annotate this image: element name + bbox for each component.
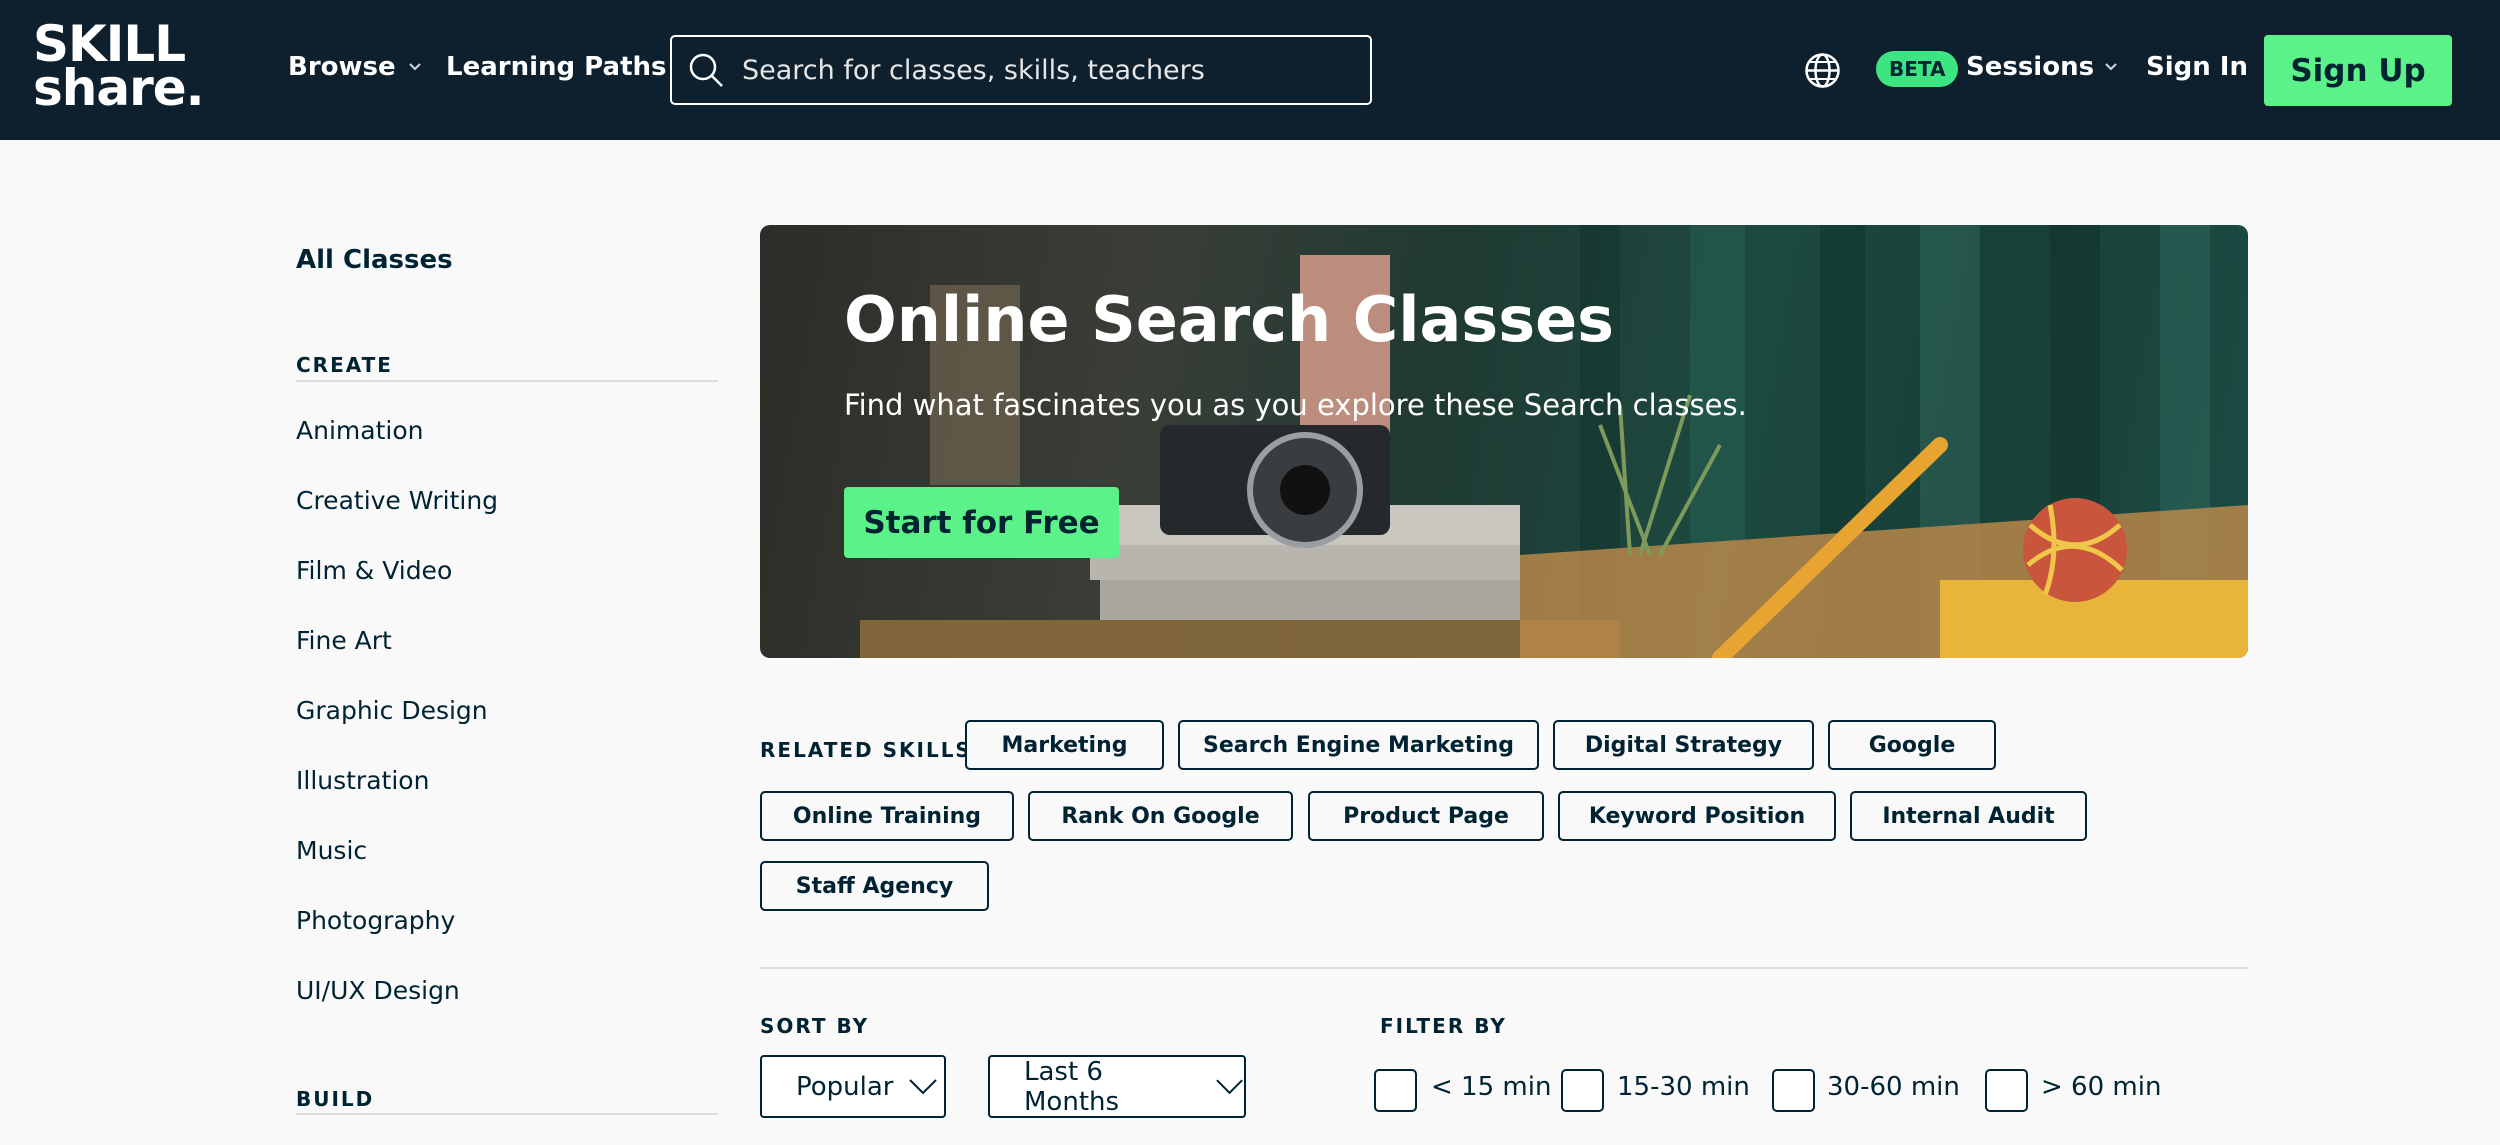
sidebar-item-animation[interactable]: Animation [296,416,423,445]
skill-chip-internal-audit[interactable]: Internal Audit [1850,791,2087,841]
divider [296,380,718,382]
beta-badge: BETA [1876,51,1959,87]
divider [760,967,2248,969]
filter-label-over-60: > 60 min [2041,1072,2162,1102]
top-nav-bar: SKILL share. Browse Learning Paths BETA … [0,0,2500,140]
skill-chip-search-engine-marketing[interactable]: Search Engine Marketing [1178,720,1539,770]
skill-chip-rank-on-google[interactable]: Rank On Google [1028,791,1293,841]
sidebar-item-graphic-design[interactable]: Graphic Design [296,696,488,725]
chevron-down-icon [408,63,421,71]
sort-by-label: SORT BY [760,1014,870,1038]
sidebar-item-creative-writing[interactable]: Creative Writing [296,486,498,515]
sidebar-item-ui-ux-design[interactable]: UI/UX Design [296,976,460,1005]
learning-paths-link[interactable]: Learning Paths [446,52,666,82]
filter-label-under-15: < 15 min [1431,1072,1552,1102]
search-icon [689,53,723,87]
sidebar-item-music[interactable]: Music [296,836,367,865]
chevron-down-icon [908,1078,937,1094]
globe-icon[interactable] [1804,52,1841,89]
skillshare-logo[interactable]: SKILL share. [33,19,205,117]
build-heading: BUILD [296,1087,375,1111]
create-heading: CREATE [296,353,393,377]
sort-order-value: Popular [796,1071,894,1102]
sidebar-item-fine-art[interactable]: Fine Art [296,626,392,655]
skill-chip-online-training[interactable]: Online Training [760,791,1014,841]
sidebar-item-film-video[interactable]: Film & Video [296,556,452,585]
sort-period-select[interactable]: Last 6 Months [988,1055,1246,1118]
browse-label: Browse [288,52,396,82]
skill-chip-digital-strategy[interactable]: Digital Strategy [1553,720,1814,770]
hero-title: Online Search Classes [844,283,1615,356]
filter-checkbox-30-60[interactable] [1772,1069,1815,1112]
sort-order-select[interactable]: Popular [760,1055,946,1118]
skill-chip-google[interactable]: Google [1828,720,1996,770]
sidebar-item-photography[interactable]: Photography [296,906,455,935]
filter-by-label: FILTER BY [1380,1014,1507,1038]
sign-up-button[interactable]: Sign Up [2264,35,2452,106]
chevron-down-icon [1216,1079,1243,1094]
related-skills-label: RELATED SKILLS [760,738,972,762]
skill-chip-product-page[interactable]: Product Page [1308,791,1544,841]
skill-chip-staff-agency[interactable]: Staff Agency [760,861,989,911]
filter-label-15-30: 15-30 min [1617,1072,1750,1102]
hero-subtitle: Find what fascinates you as you explore … [844,388,1747,422]
filter-label-30-60: 30-60 min [1827,1072,1960,1102]
hero-banner: Online Search Classes Find what fascinat… [760,225,2248,658]
logo-line-2: share. [33,59,205,117]
filter-checkbox-under-15[interactable] [1374,1069,1417,1112]
search-input[interactable] [742,54,1342,86]
start-for-free-button[interactable]: Start for Free [844,487,1119,558]
filter-checkbox-over-60[interactable] [1985,1069,2028,1112]
browse-menu[interactable]: Browse [288,52,422,82]
chevron-down-icon [2105,63,2117,71]
sidebar-item-illustration[interactable]: Illustration [296,766,429,795]
filter-checkbox-15-30[interactable] [1561,1069,1604,1112]
skill-chip-marketing[interactable]: Marketing [965,720,1164,770]
sign-in-link[interactable]: Sign In [2146,52,2248,82]
search-bar[interactable] [670,35,1372,105]
all-classes-link[interactable]: All Classes [296,245,453,275]
sessions-menu[interactable]: Sessions [1966,52,2118,82]
divider [296,1113,718,1115]
sort-period-value: Last 6 Months [1024,1056,1120,1117]
skill-chip-keyword-position[interactable]: Keyword Position [1558,791,1836,841]
sessions-label: Sessions [1966,52,2095,82]
